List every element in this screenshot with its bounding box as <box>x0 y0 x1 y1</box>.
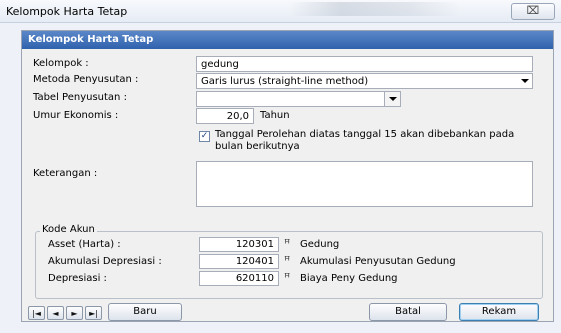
umur-ekonomis-label: Umur Ekonomis : <box>33 110 119 121</box>
next-record-button[interactable]: ► <box>66 306 83 320</box>
account-lookup-icon[interactable]: ꟸ <box>284 272 296 284</box>
akumulasi-depresiasi-code-input[interactable]: 120401 <box>199 254 279 269</box>
keterangan-label: Keterangan : <box>33 168 98 179</box>
keterangan-textarea[interactable] <box>196 161 533 207</box>
panel-header: Kelompok Harta Tetap <box>22 31 553 49</box>
tabel-penyusutan-label: Tabel Penyusutan : <box>33 92 127 103</box>
tabel-penyusutan-select[interactable] <box>196 91 401 107</box>
chevron-down-icon <box>521 79 529 83</box>
metoda-penyusutan-label: Metoda Penyusutan : <box>33 74 139 85</box>
account-lookup-icon[interactable]: ꟸ <box>284 238 296 250</box>
previous-record-button[interactable]: ◄ <box>47 306 64 320</box>
batal-button[interactable]: Batal <box>369 303 447 321</box>
depresiasi-name: Biaya Peny Gedung <box>300 273 398 284</box>
asset-harta-label: Asset (Harta) : <box>48 239 121 250</box>
rekam-button[interactable]: Rekam <box>459 303 539 321</box>
depresiasi-code-input[interactable]: 620110 <box>199 271 279 286</box>
window-title: Kelompok Harta Tetap <box>6 5 128 18</box>
asset-harta-name: Gedung <box>300 239 340 250</box>
metoda-penyusutan-value: Garis lurus (straight-line method) <box>201 76 369 87</box>
last-record-button[interactable]: ►| <box>85 306 102 320</box>
umur-ekonomis-input[interactable]: 20,0 <box>196 108 254 124</box>
akumulasi-depresiasi-name: Akumulasi Penyusutan Gedung <box>300 256 456 267</box>
window-titlebar: Kelompok Harta Tetap ⌧ <box>0 0 561 23</box>
panel-title: Kelompok Harta Tetap <box>28 34 154 45</box>
umur-ekonomis-unit: Tahun <box>260 110 290 121</box>
kelompok-input[interactable]: gedung <box>196 56 533 72</box>
form-panel: Kelompok Harta Tetap Kelompok : gedung M… <box>21 30 554 322</box>
blurred-title-area <box>290 2 460 16</box>
kode-akun-title: Kode Akun <box>40 224 97 235</box>
asset-harta-code-input[interactable]: 120301 <box>199 237 279 252</box>
close-button[interactable]: ⌧ <box>511 3 555 20</box>
first-record-button[interactable]: |◄ <box>28 306 45 320</box>
depresiasi-label: Depresiasi : <box>48 273 107 284</box>
tanggal-perolehan-checkbox[interactable]: ✓ <box>199 131 210 142</box>
tanggal-perolehan-text: Tanggal Perolehan diatas tanggal 15 akan… <box>215 129 515 152</box>
baru-button[interactable]: Baru <box>108 303 182 321</box>
metoda-penyusutan-select[interactable]: Garis lurus (straight-line method) <box>196 73 533 89</box>
chevron-down-icon <box>389 97 397 101</box>
account-lookup-icon[interactable]: ꟸ <box>284 255 296 267</box>
akumulasi-depresiasi-label: Akumulasi Depresiasi : <box>48 256 162 267</box>
kelompok-label: Kelompok : <box>33 58 89 69</box>
tabel-penyusutan-dropdown-button[interactable] <box>384 92 400 106</box>
